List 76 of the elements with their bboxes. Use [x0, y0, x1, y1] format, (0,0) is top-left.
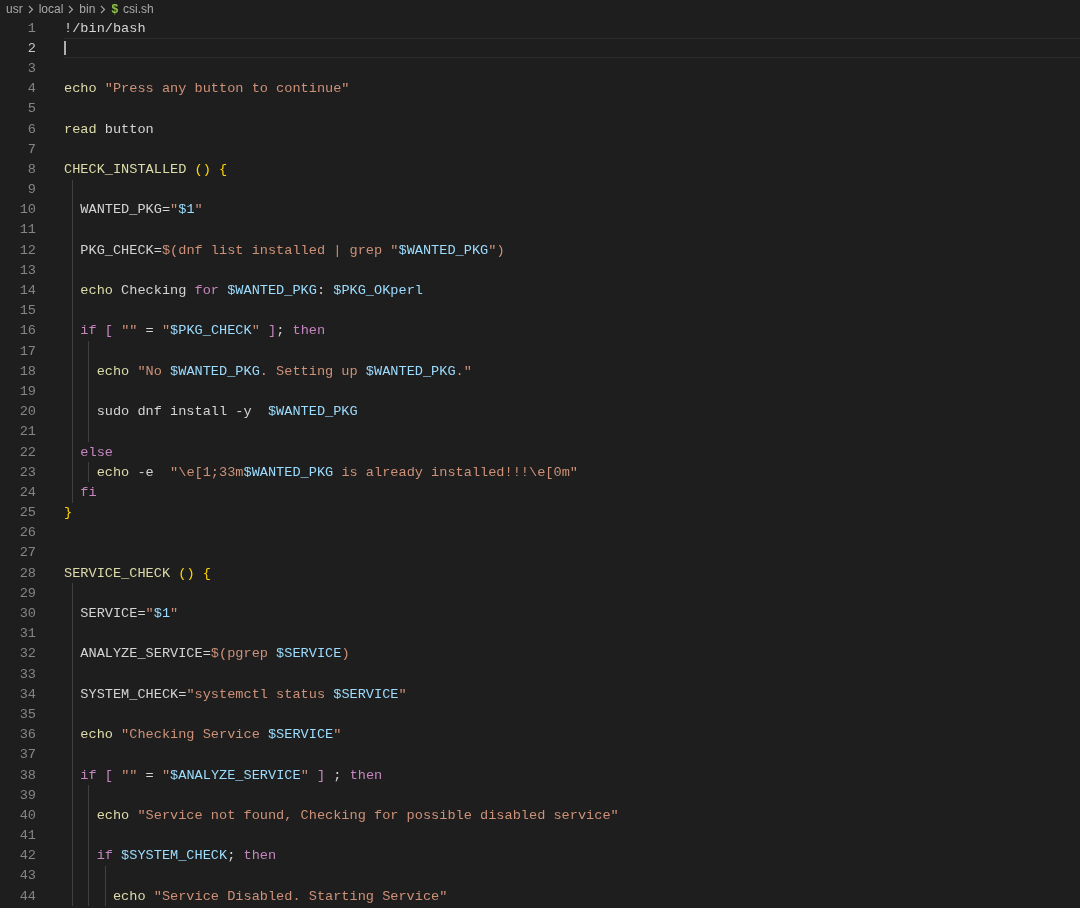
line-number: 27: [18, 545, 36, 561]
line-number: 22: [18, 444, 36, 460]
line-number: 2: [26, 40, 36, 56]
code-line: !/bin/bash: [64, 20, 146, 36]
line-number: 25: [18, 505, 36, 521]
line-number: 5: [26, 101, 36, 117]
line-number: 33: [18, 666, 36, 682]
line-number: 14: [18, 283, 36, 299]
code-line: echo "Service Disabled. Starting Service": [111, 888, 448, 904]
file-type-icon: $: [111, 2, 119, 16]
chevron-right-icon: [27, 4, 34, 14]
line-number: 1: [26, 20, 36, 36]
line-number: 26: [18, 525, 36, 541]
line-number: 12: [18, 242, 36, 258]
line-number: 37: [18, 747, 36, 763]
line-number: 17: [18, 343, 36, 359]
code-line: echo -e "\e[1;33m$WANTED_PKG is already installed!!!\e[0m": [95, 464, 578, 480]
line-number: 18: [18, 363, 36, 379]
line-number: 4: [26, 81, 36, 97]
code-line: else: [79, 444, 113, 460]
code-line: if [ "" = "$ANALYZE_SERVICE" ] ; then: [79, 767, 383, 783]
code-line: read button: [64, 121, 154, 137]
line-number: 16: [18, 323, 36, 339]
line-number: 34: [18, 686, 36, 702]
line-number: 40: [18, 807, 36, 823]
line-number: 28: [18, 565, 36, 581]
line-number: 29: [18, 585, 36, 601]
line-number: 24: [18, 484, 36, 500]
line-number: 21: [18, 424, 36, 440]
line-number: 39: [18, 787, 36, 803]
line-number: 38: [18, 767, 36, 783]
line-number: 44: [18, 888, 36, 904]
breadcrumb-item[interactable]: usr: [6, 2, 23, 16]
code-line: PKG_CHECK=$(dnf list installed | grep "$WANTED_PKG"): [79, 242, 505, 258]
line-number: 35: [18, 706, 36, 722]
line-number: 13: [18, 262, 36, 278]
code-line: sudo dnf install -y $WANTED_PKG: [95, 404, 358, 420]
code-line: ANALYZE_SERVICE=$(pgrep $SERVICE): [79, 646, 350, 662]
chevron-right-icon: [100, 4, 107, 14]
code-line: echo Checking for $WANTED_PKG: $PKG_OKperl: [79, 283, 423, 299]
code-line: CHECK_INSTALLED () {: [64, 161, 228, 177]
line-number: 32: [18, 646, 36, 662]
line-number: 30: [18, 606, 36, 622]
breadcrumb-item[interactable]: bin: [79, 2, 96, 16]
line-number: 43: [18, 868, 36, 884]
line-number: 20: [18, 404, 36, 420]
code-line: SERVICE_CHECK () {: [64, 565, 211, 581]
line-number: 3: [26, 60, 36, 76]
line-number: 9: [26, 182, 36, 198]
code-line: echo "No $WANTED_PKG. Setting up $WANTED_PKG.": [95, 363, 472, 379]
code-line: echo "Checking Service $SERVICE": [79, 727, 342, 743]
line-number: 23: [18, 464, 36, 480]
code-line: echo "Press any button to continue": [64, 81, 350, 97]
line-number: 15: [18, 303, 36, 319]
line-number: 6: [26, 121, 36, 137]
code-line: }: [64, 505, 73, 521]
code-line: WANTED_PKG="$1": [79, 202, 203, 218]
line-number: 19: [18, 383, 36, 399]
breadcrumb-item[interactable]: local: [38, 2, 64, 16]
code-line: SYSTEM_CHECK="systemctl status $SERVICE": [79, 686, 407, 702]
breadcrumb-file[interactable]: csi.sh: [123, 2, 154, 16]
line-number: 10: [18, 202, 36, 218]
line-number: 41: [18, 828, 36, 844]
code-line: if $SYSTEM_CHECK; then: [95, 848, 277, 864]
line-number: 42: [18, 848, 36, 864]
line-number: 36: [18, 727, 36, 743]
line-number: 31: [18, 626, 36, 642]
code-line: if [ "" = "$PKG_CHECK" ]; then: [79, 323, 326, 339]
code-line: fi: [79, 484, 97, 500]
chevron-right-icon: [68, 4, 75, 14]
code-line: SERVICE="$1": [79, 606, 179, 622]
line-number: 7: [26, 141, 36, 157]
code-line: echo "Service not found, Checking for possible disabled service": [95, 807, 619, 823]
line-number: 8: [26, 161, 36, 177]
line-number: 11: [18, 222, 36, 238]
text-cursor: [64, 41, 66, 56]
